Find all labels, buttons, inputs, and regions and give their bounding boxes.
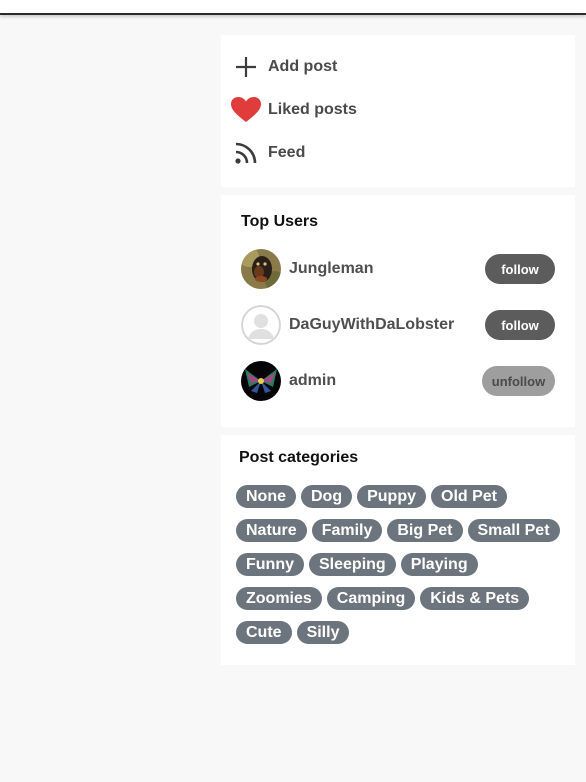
actions-card: Add post Liked posts Feed: [221, 35, 575, 187]
category-tag[interactable]: Old Pet: [431, 485, 508, 508]
category-tag-list: None Dog Puppy Old Pet Nature Family Big…: [236, 485, 566, 655]
post-categories-card: Post categories None Dog Puppy Old Pet N…: [221, 435, 575, 665]
avatar[interactable]: [241, 305, 281, 345]
category-tag[interactable]: Nature: [236, 519, 307, 542]
category-tag[interactable]: Kids & Pets: [420, 587, 530, 610]
follow-button[interactable]: follow: [485, 310, 555, 340]
user-name[interactable]: admin: [289, 372, 336, 390]
user-row-jungleman: Jungleman follow: [241, 249, 555, 289]
category-tag[interactable]: Zoomies: [236, 587, 322, 610]
category-tag[interactable]: None: [236, 485, 296, 508]
rss-feed-icon: [231, 138, 261, 168]
top-navbar: [0, 0, 586, 15]
category-tag[interactable]: Sleeping: [309, 553, 396, 576]
top-users-title: Top Users: [241, 213, 319, 230]
avatar[interactable]: [241, 361, 281, 401]
category-tag[interactable]: Cute: [236, 621, 292, 644]
liked-posts-label: Liked posts: [268, 101, 357, 118]
add-post-link[interactable]: Add post: [231, 52, 337, 82]
category-tag[interactable]: Family: [311, 519, 383, 542]
liked-posts-link[interactable]: Liked posts: [231, 95, 357, 125]
category-tag[interactable]: Puppy: [357, 485, 426, 508]
user-name[interactable]: Jungleman: [289, 260, 373, 278]
post-categories-title: Post categories: [239, 449, 359, 466]
user-row-daguywithdalobster: DaGuyWithDaLobster follow: [241, 305, 555, 345]
category-tag[interactable]: Small Pet: [467, 519, 560, 542]
feed-link[interactable]: Feed: [231, 138, 305, 168]
user-row-admin: admin unfollow: [241, 361, 555, 401]
user-name[interactable]: DaGuyWithDaLobster: [289, 316, 454, 334]
feed-label: Feed: [268, 144, 306, 161]
category-tag[interactable]: Funny: [236, 553, 304, 576]
category-tag[interactable]: Playing: [400, 553, 478, 576]
add-post-label: Add post: [268, 58, 338, 75]
heart-icon: [231, 95, 261, 125]
avatar[interactable]: [241, 249, 281, 289]
category-tag[interactable]: Silly: [296, 621, 350, 644]
category-tag[interactable]: Dog: [301, 485, 353, 508]
top-users-card: Top Users Jungleman follow DaGuyWithDaLo…: [221, 195, 575, 427]
follow-button[interactable]: follow: [485, 254, 555, 284]
category-tag[interactable]: Big Pet: [387, 519, 463, 542]
plus-icon: [231, 52, 261, 82]
category-tag[interactable]: Camping: [326, 587, 416, 610]
unfollow-button[interactable]: unfollow: [482, 366, 555, 396]
